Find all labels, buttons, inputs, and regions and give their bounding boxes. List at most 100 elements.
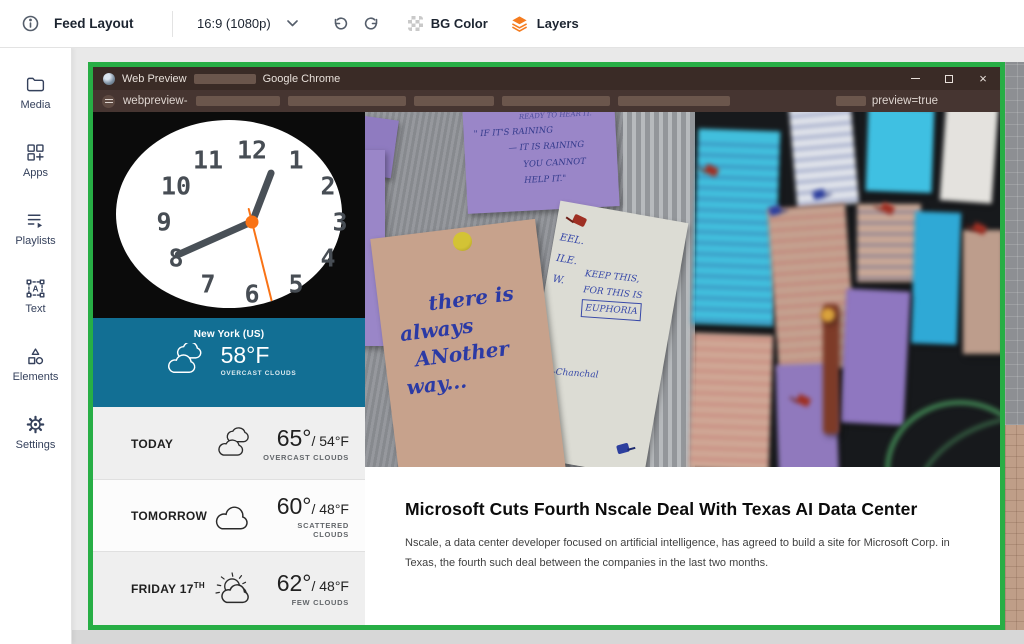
wallpaper-fabric-texture: [1005, 62, 1024, 425]
overcast-clouds-icon: [162, 343, 208, 377]
clock-number: 9: [156, 208, 171, 237]
close-button[interactable]: ×: [972, 70, 994, 88]
gear-icon: [25, 414, 46, 435]
forecast-low: 54°F: [315, 433, 349, 449]
clock-number: 1: [288, 146, 303, 175]
clock-number: 4: [320, 244, 335, 273]
forecast-low: 48°F: [315, 501, 349, 517]
sidebar-item-label: Settings: [16, 439, 56, 451]
close-icon: ×: [979, 72, 987, 85]
bg-color-button[interactable]: BG Color: [408, 16, 488, 31]
aspect-ratio-select[interactable]: 16:9 (1080p): [173, 16, 318, 31]
sidebar-item-playlists[interactable]: Playlists: [4, 206, 68, 251]
maximize-icon: [945, 75, 953, 83]
forecast-condition: OVERCAST CLOUDS: [263, 453, 349, 462]
window-title-app: Web Preview: [122, 73, 187, 85]
forecast-condition: SCATTERED CLOUDS: [263, 521, 349, 539]
forecast-day: TOMORROW: [131, 508, 212, 523]
info-button[interactable]: [16, 10, 44, 38]
redacted-url: [196, 96, 280, 106]
overcast-clouds-icon: [212, 422, 255, 464]
cyan-note: [866, 112, 935, 193]
wallpaper-paper-texture: [1005, 425, 1024, 644]
clock-number: 12: [237, 136, 267, 165]
scattered-clouds-icon: [212, 494, 255, 538]
ornament-bead: [821, 308, 835, 322]
shapes-icon: [25, 346, 46, 367]
clock-weather-column: 12 1 2 3 4 5 6 7 8 9 10 11: [93, 112, 365, 625]
forecast-condition: FEW CLOUDS: [264, 598, 349, 607]
left-sidebar: Media Apps Playlists A Text: [0, 48, 72, 644]
site-settings-icon: [102, 95, 115, 108]
clock-number: 6: [244, 280, 259, 309]
forecast-low: 48°F: [315, 578, 349, 594]
layers-button[interactable]: Layers: [510, 14, 579, 33]
clock-number: 3: [332, 208, 347, 237]
folder-icon: [25, 74, 46, 95]
sidebar-item-text[interactable]: A Text: [4, 274, 68, 319]
text-box-icon: A: [25, 278, 46, 299]
main-note: there is always ANother way...: [370, 219, 565, 467]
quote-note: READY TO HEAR IT. " IF IT'S RAINING — IT…: [462, 112, 619, 214]
window-title-browser: Google Chrome: [263, 73, 341, 85]
chevron-down-icon: [287, 20, 298, 27]
tan-note: [963, 230, 1000, 354]
undo-button[interactable]: [326, 10, 354, 38]
news-headline: Microsoft Cuts Fourth Nscale Deal With T…: [405, 499, 972, 520]
aspect-ratio-value: 16:9 (1080p): [197, 16, 271, 31]
chrome-urlbar[interactable]: webpreview- preview=true: [93, 90, 1000, 112]
news-panel: Microsoft Cuts Fourth Nscale Deal With T…: [365, 467, 1000, 625]
blue-note: [911, 211, 962, 345]
clock-face: 12 1 2 3 4 5 6 7 8 9 10 11: [116, 120, 342, 308]
analog-clock-widget: 12 1 2 3 4 5 6 7 8 9 10 11: [93, 112, 365, 318]
forecast-row-friday: FRIDAY 17TH 62°/ 48°F FE: [93, 551, 365, 625]
redacted-url: [502, 96, 610, 106]
transparency-checker-icon: [408, 16, 423, 31]
sidebar-item-label: Playlists: [15, 235, 55, 247]
top-toolbar: Feed Layout 16:9 (1080p) BG Color: [0, 0, 1024, 48]
hanging-ornament: [823, 304, 839, 434]
redo-button[interactable]: [358, 10, 386, 38]
layers-label: Layers: [537, 16, 579, 31]
svg-text:A: A: [33, 284, 39, 294]
white-note: [940, 112, 999, 204]
clock-number: 11: [193, 146, 223, 175]
clock-number: 7: [200, 270, 215, 299]
tan-note: [857, 204, 921, 282]
feed-preview-widget[interactable]: Web Preview Google Chrome × webpreview-: [88, 62, 1005, 630]
widget-content: 12 1 2 3 4 5 6 7 8 9 10 11: [93, 112, 1000, 625]
bg-color-label: BG Color: [431, 16, 488, 31]
forecast-high: 60°: [277, 493, 312, 519]
sidebar-item-elements[interactable]: Elements: [4, 342, 68, 387]
redacted-url: [836, 96, 866, 106]
clock-number: 5: [288, 270, 303, 299]
sidebar-item-label: Elements: [13, 371, 59, 383]
sidebar-item-apps[interactable]: Apps: [4, 138, 68, 183]
sidebar-item-settings[interactable]: Settings: [4, 410, 68, 455]
sidebar-item-label: Media: [21, 99, 51, 111]
chrome-titlebar[interactable]: Web Preview Google Chrome ×: [93, 67, 1000, 90]
sidebar-item-media[interactable]: Media: [4, 70, 68, 115]
minimize-button[interactable]: [904, 70, 926, 88]
photo-news-column: READY TO HEAR IT. " IF IT'S RAINING — IT…: [365, 112, 1000, 625]
pinboard-photo: READY TO HEAR IT. " IF IT'S RAINING — IT…: [365, 112, 1000, 467]
redacted-text: [194, 74, 256, 84]
redacted-url: [618, 96, 730, 106]
forecast-row-today: TODAY 65°/ 54°F OVERCAST CLOUDS: [93, 407, 365, 479]
maximize-button[interactable]: [938, 70, 960, 88]
playlist-icon: [25, 210, 46, 231]
clock-number: 2: [320, 172, 335, 201]
forecast-high: 62°: [277, 570, 312, 596]
yellow-round-pin: [453, 232, 472, 251]
current-temp: 58°F: [221, 342, 297, 369]
url-param: preview=true: [872, 95, 938, 107]
minute-hand: [174, 219, 253, 259]
redo-icon: [364, 16, 380, 32]
current-condition: OVERCAST CLOUDS: [221, 370, 297, 377]
redacted-url: [288, 96, 406, 106]
editor-canvas-area[interactable]: Web Preview Google Chrome × webpreview-: [72, 48, 1024, 644]
cyan-note: [692, 129, 781, 327]
current-weather-panel: New York (US) 58°F OVERCAST CLOUDS: [93, 318, 365, 407]
page-title: Feed Layout: [54, 16, 134, 31]
redacted-url: [414, 96, 494, 106]
